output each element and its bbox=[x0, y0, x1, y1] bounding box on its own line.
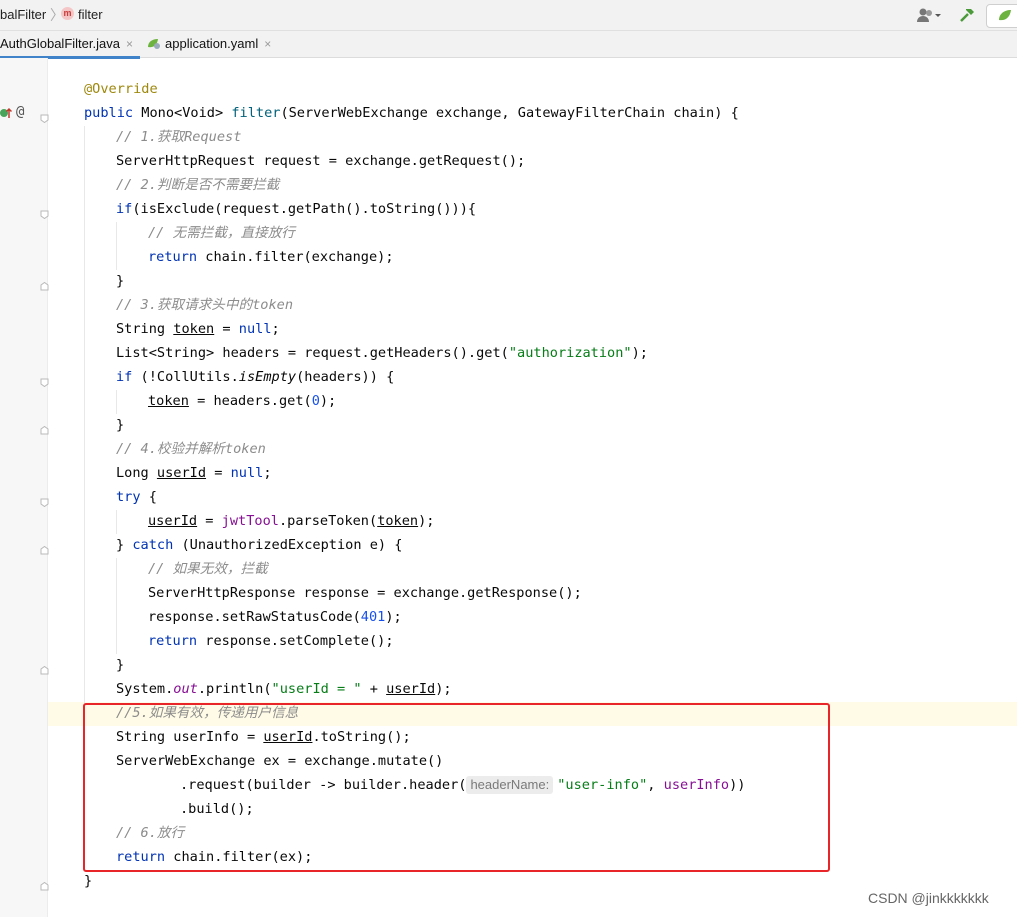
watermark: CSDN @jinkkkkkkk bbox=[868, 890, 989, 906]
code-line: // 1.获取Request bbox=[116, 129, 242, 145]
code-line: } bbox=[84, 873, 93, 889]
close-icon[interactable]: × bbox=[126, 37, 133, 51]
tab-label: application.yaml bbox=[165, 36, 259, 51]
build-hammer-icon[interactable] bbox=[958, 6, 976, 24]
spring-leaf-icon bbox=[999, 10, 1011, 21]
code-line: } bbox=[116, 273, 125, 289]
code-line: String token = null; bbox=[116, 321, 280, 337]
code-line: } bbox=[116, 417, 125, 433]
code-line: } bbox=[116, 657, 125, 673]
code-line: return chain.filter(exchange); bbox=[148, 249, 394, 265]
tab-label: AuthGlobalFilter.java bbox=[0, 36, 120, 51]
code-line: ServerHttpResponse response = exchange.g… bbox=[148, 585, 582, 601]
override-method-icon[interactable] bbox=[0, 105, 13, 124]
editor-tabs: AuthGlobalFilter.java × application.yaml × bbox=[0, 31, 1017, 59]
close-icon[interactable]: × bbox=[264, 37, 271, 51]
tab-application-yaml[interactable]: application.yaml × bbox=[146, 31, 286, 57]
code-line: response.setRawStatusCode(401); bbox=[148, 609, 402, 625]
run-config-button[interactable] bbox=[986, 4, 1017, 28]
breadcrumb: balFilter 〉 m filter bbox=[0, 0, 1017, 31]
breadcrumb-class[interactable]: balFilter bbox=[0, 7, 46, 22]
code-line: Long userId = null; bbox=[116, 465, 272, 481]
user-account-icon[interactable] bbox=[916, 6, 942, 24]
code-line: @Override bbox=[84, 81, 158, 97]
code-line: // 如果无效，拦截 bbox=[148, 561, 268, 577]
code-line: try { bbox=[116, 489, 157, 505]
spring-leaf-icon bbox=[148, 39, 160, 49]
code-line: userId = jwtTool.parseToken(token); bbox=[148, 513, 435, 529]
code-line: } catch (UnauthorizedException e) { bbox=[116, 537, 403, 553]
code-line: // 4.校验并解析token bbox=[116, 441, 266, 457]
editor-gutter bbox=[0, 58, 48, 917]
code-line: ServerHttpRequest request = exchange.get… bbox=[116, 153, 526, 169]
code-line: if(isExclude(request.getPath().toString(… bbox=[116, 201, 477, 217]
code-line: public Mono<Void> filter(ServerWebExchan… bbox=[84, 105, 739, 121]
code-line: // 3.获取请求头中的token bbox=[116, 297, 293, 313]
method-icon: m bbox=[61, 7, 74, 20]
code-line: if (!CollUtils.isEmpty(headers)) { bbox=[116, 369, 395, 385]
annotation-marker-icon[interactable]: @ bbox=[16, 104, 24, 120]
code-line: System.out.println("userId = " + userId)… bbox=[116, 681, 452, 697]
breadcrumb-method[interactable]: filter bbox=[78, 7, 103, 22]
code-line: // 无需拦截，直接放行 bbox=[148, 225, 295, 241]
code-line: token = headers.get(0); bbox=[148, 393, 337, 409]
code-line: return response.setComplete(); bbox=[148, 633, 394, 649]
code-line: // 2.判断是否不需要拦截 bbox=[116, 177, 280, 193]
highlight-box bbox=[83, 703, 830, 872]
tab-authglobalfilter[interactable]: AuthGlobalFilter.java × bbox=[0, 31, 140, 59]
code-line: List<String> headers = request.getHeader… bbox=[116, 345, 648, 361]
